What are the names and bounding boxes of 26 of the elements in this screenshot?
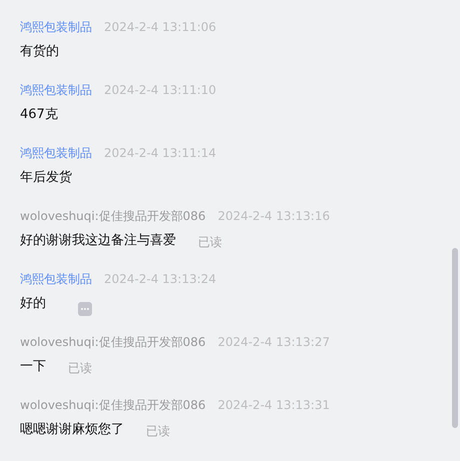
message-time: 2024-2-4 13:11:10 [104,83,216,97]
sender-name: woloveshuqi:促佳搜品开发部086 [20,396,206,414]
sender-name: woloveshuqi:促佳搜品开发部086 [20,208,206,224]
message-text: 年后发货 [20,169,72,186]
read-status: 已读 [68,360,92,376]
read-status: 已读 [146,422,170,440]
message-time: 2024-2-4 13:13:27 [218,335,330,349]
sender-name: 鸿熙包装制品 [20,144,92,162]
message-time: 2024-2-4 13:13:24 [104,272,216,286]
sender-name: 鸿熙包装制品 [20,270,92,288]
message-time: 2024-2-4 13:11:06 [104,20,216,34]
message-time: 2024-2-4 13:11:14 [104,146,216,160]
sender-name: woloveshuqi:促佳搜品开发部086 [20,334,206,350]
read-status: 已读 [198,234,222,250]
message-text: 好的 [20,295,46,312]
more-icon[interactable] [78,302,92,316]
sender-name: 鸿熙包装制品 [20,82,92,98]
message-text: 467克 [20,106,58,123]
message-text: 嗯嗯谢谢麻烦您了 [20,421,124,438]
sender-name: 鸿熙包装制品 [20,18,92,36]
message-time: 2024-2-4 13:13:16 [218,209,330,223]
message-text: 好的谢谢我这边备注与喜爱 [20,232,176,249]
message-text: 一下 [20,358,46,375]
scrollbar[interactable] [452,248,458,428]
message-time: 2024-2-4 13:13:31 [218,398,330,412]
message-text: 有货的 [20,43,59,60]
